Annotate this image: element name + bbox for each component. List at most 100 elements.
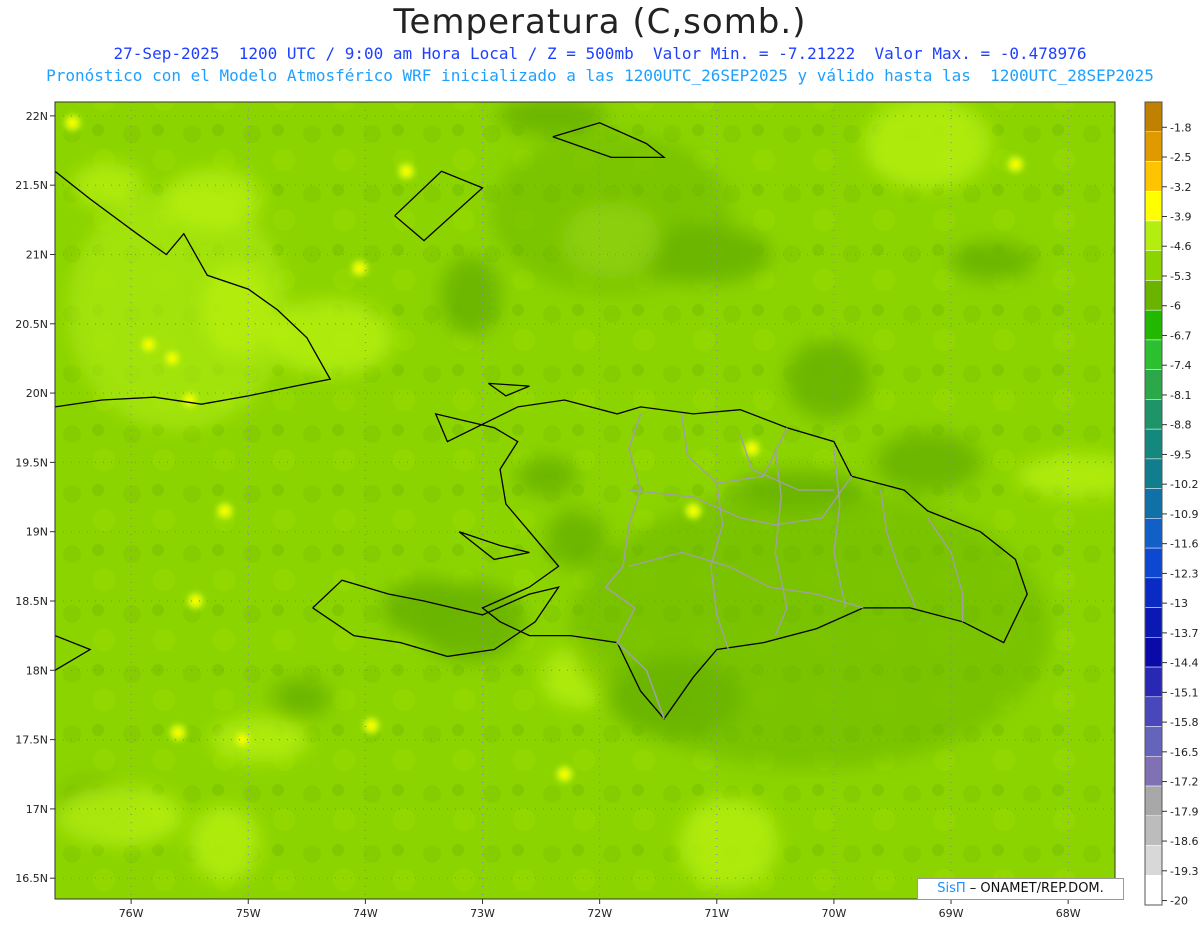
credit-text: – ONAMET/REP.DOM. xyxy=(965,881,1104,896)
lon-label: 69W xyxy=(939,907,964,920)
lon-label: 71W xyxy=(704,907,729,920)
colorbar-label: -18.6 xyxy=(1170,835,1198,848)
colorbar-label: -13.7 xyxy=(1170,627,1198,640)
dark-region xyxy=(950,241,1035,282)
colorbar-label: -10.9 xyxy=(1170,508,1198,521)
colorbar-swatch xyxy=(1144,875,1163,906)
light-region xyxy=(1016,454,1115,499)
lon-label: 75W xyxy=(236,907,261,920)
warm-spot xyxy=(167,353,178,364)
warm-spot xyxy=(746,443,757,454)
lon-label: 72W xyxy=(587,907,612,920)
lat-label: 17.5N xyxy=(15,734,48,747)
warm-spot xyxy=(401,166,412,177)
colorbar-label: -20 xyxy=(1170,895,1188,908)
light-region xyxy=(864,102,991,190)
latitude-labels: 22N 21.5N 21N 20.5N 20N 19.5N 19N 18.5N 18N 17.5N… xyxy=(15,110,55,885)
colorbar-label: -7.4 xyxy=(1170,359,1191,372)
lat-label: 19N xyxy=(26,526,48,539)
colorbar-label: -10.2 xyxy=(1170,478,1198,491)
dark-region xyxy=(440,256,501,337)
plot-area xyxy=(55,102,1115,899)
colorbar-swatch xyxy=(1144,428,1163,460)
colorbar-swatch xyxy=(1144,399,1163,430)
lon-label: 70W xyxy=(821,907,846,920)
colorbar-label: -13 xyxy=(1170,597,1188,610)
colorbar-label: -14.4 xyxy=(1170,657,1198,670)
colorbar-label: -17.2 xyxy=(1170,776,1198,789)
colorbar-label: -9.5 xyxy=(1170,448,1191,461)
light-region xyxy=(72,163,143,208)
colorbar-label: -17.9 xyxy=(1170,805,1198,818)
lat-label: 21.5N xyxy=(15,179,48,192)
warm-spot xyxy=(354,263,365,274)
lon-label: 76W xyxy=(119,907,144,920)
colorbar-label: -1.8 xyxy=(1170,121,1191,134)
lat-label: 22N xyxy=(26,110,48,123)
light-region xyxy=(189,805,260,882)
colorbar-swatch xyxy=(1144,637,1163,668)
warm-spot xyxy=(1010,159,1021,170)
colorbar-swatch xyxy=(1144,339,1163,370)
colorbar-label: -19.3 xyxy=(1170,865,1198,878)
lon-label: 73W xyxy=(470,907,495,920)
colorbar-label: -3.9 xyxy=(1170,211,1191,224)
light-region xyxy=(679,797,778,890)
colorbar-swatch xyxy=(1144,815,1163,846)
colorbar-swatch xyxy=(1144,369,1163,400)
longitude-labels: 76W 75W 74W 73W 72W 71W 70W 69W 68W xyxy=(119,899,1081,920)
colorbar-label: -8.1 xyxy=(1170,389,1191,402)
colorbar-swatch xyxy=(1144,220,1163,251)
colorbar-label: -8.8 xyxy=(1170,419,1191,432)
lon-label: 74W xyxy=(353,907,378,920)
colorbar-label: -12.3 xyxy=(1170,567,1198,580)
colorbar-swatch xyxy=(1144,756,1163,787)
dark-region xyxy=(546,508,607,569)
warm-spot xyxy=(67,117,78,128)
warm-spot xyxy=(219,505,230,516)
light-region xyxy=(210,717,309,762)
warm-spot xyxy=(559,769,570,780)
colorbar-swatch xyxy=(1144,547,1163,579)
colorbar-label: -6 xyxy=(1170,300,1181,313)
colorbar-swatch xyxy=(1144,488,1163,519)
colorbar-swatch xyxy=(1144,131,1163,162)
lat-label: 17N xyxy=(26,803,48,816)
warm-spot xyxy=(688,505,699,516)
colorbar-label: -4.6 xyxy=(1170,240,1191,253)
colorbar-swatch xyxy=(1144,666,1163,698)
colorbar-swatch xyxy=(1144,845,1163,876)
colorbar-label: -16.5 xyxy=(1170,746,1198,759)
light-region xyxy=(56,785,183,846)
colorbar-label: -15.1 xyxy=(1170,686,1198,699)
lon-label: 68W xyxy=(1056,907,1081,920)
colorbar-swatch xyxy=(1144,161,1163,192)
temperature-map: 22N 21.5N 21N 20.5N 20N 19.5N 19N 18.5N 18N 17.5N… xyxy=(15,101,1198,920)
colorbar-label: -15.8 xyxy=(1170,716,1198,729)
lat-label: 21N xyxy=(26,248,48,261)
colorbar-label: -11.6 xyxy=(1170,538,1198,551)
lat-label: 18N xyxy=(26,664,48,677)
colorbar-label: -2.5 xyxy=(1170,151,1191,164)
colorbar-swatch xyxy=(1144,280,1163,311)
colorbar-label: -6.7 xyxy=(1170,329,1191,342)
colorbar-swatch xyxy=(1144,309,1163,341)
colorbar-swatch xyxy=(1144,101,1163,132)
colorbar-label: -5.3 xyxy=(1170,270,1191,283)
lat-label: 20N xyxy=(26,387,48,400)
dark-region xyxy=(786,339,871,420)
lat-label: 19.5N xyxy=(15,456,48,469)
colorbar-swatch xyxy=(1144,696,1163,727)
warm-spot xyxy=(366,720,377,731)
credit-box: SisΠ – ONAMET/REP.DOM. xyxy=(917,878,1124,900)
dark-region xyxy=(270,678,331,719)
warm-spot xyxy=(143,339,154,350)
colorbar: -1.8 -2.5 -3.2 -3.9 -4.6 -5.3 -6 -6.7 -7.4 -8.1 -8… xyxy=(1144,101,1198,908)
colorbar-swatch xyxy=(1144,518,1163,549)
sispi-logo: SisΠ xyxy=(937,881,966,896)
dark-region xyxy=(416,581,525,662)
warm-spot xyxy=(172,727,183,738)
colorbar-swatch xyxy=(1144,577,1163,608)
colorbar-swatch xyxy=(1144,458,1163,489)
lat-label: 20.5N xyxy=(15,318,48,331)
